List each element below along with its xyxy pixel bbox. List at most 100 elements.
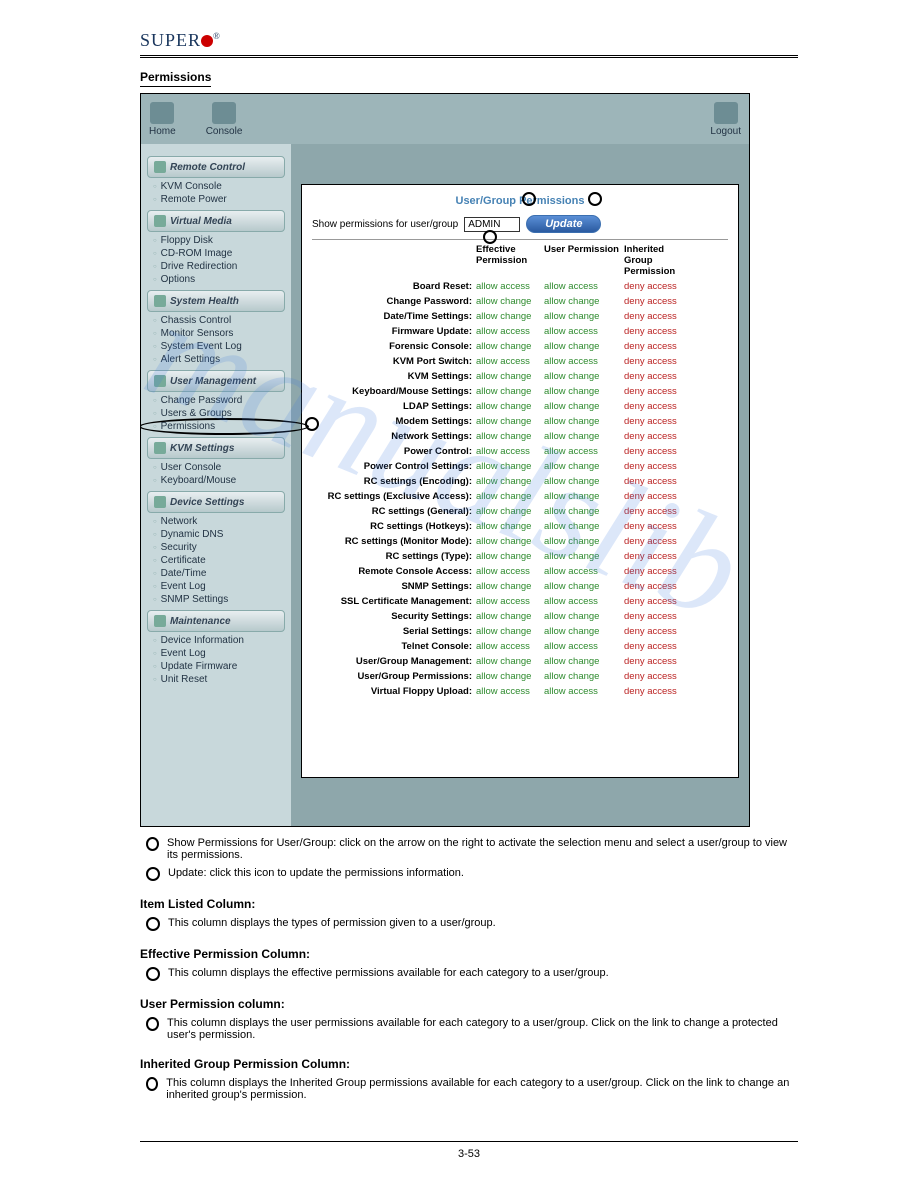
sidebar-item[interactable]: Monitor Sensors bbox=[141, 327, 291, 340]
perm-inherited[interactable]: deny access bbox=[624, 339, 684, 354]
perm-inherited[interactable]: deny access bbox=[624, 354, 684, 369]
perm-effective[interactable]: allow change bbox=[476, 294, 544, 309]
perm-inherited[interactable]: deny access bbox=[624, 459, 684, 474]
sidebar-item[interactable]: Device Information bbox=[141, 634, 291, 647]
sidebar-item[interactable]: Security bbox=[141, 541, 291, 554]
perm-effective[interactable]: allow change bbox=[476, 519, 544, 534]
perm-inherited[interactable]: deny access bbox=[624, 684, 684, 699]
perm-user[interactable]: allow access bbox=[544, 639, 624, 654]
perm-user[interactable]: allow change bbox=[544, 384, 624, 399]
perm-inherited[interactable]: deny access bbox=[624, 519, 684, 534]
perm-effective[interactable]: allow change bbox=[476, 654, 544, 669]
sidebar-item[interactable]: Event Log bbox=[141, 580, 291, 593]
perm-inherited[interactable]: deny access bbox=[624, 324, 684, 339]
sidebar-item[interactable]: Remote Power bbox=[141, 193, 291, 206]
sidebar-item[interactable]: Unit Reset bbox=[141, 673, 291, 686]
perm-inherited[interactable]: deny access bbox=[624, 414, 684, 429]
sidebar-item[interactable]: CD-ROM Image bbox=[141, 247, 291, 260]
perm-effective[interactable]: allow change bbox=[476, 534, 544, 549]
sidebar-item[interactable]: Update Firmware bbox=[141, 660, 291, 673]
perm-effective[interactable]: allow change bbox=[476, 579, 544, 594]
perm-user[interactable]: allow change bbox=[544, 369, 624, 384]
sidebar-item[interactable]: Keyboard/Mouse bbox=[141, 474, 291, 487]
user-group-input[interactable] bbox=[464, 217, 520, 232]
perm-user[interactable]: allow access bbox=[544, 684, 624, 699]
perm-effective[interactable]: allow access bbox=[476, 279, 544, 294]
perm-effective[interactable]: allow change bbox=[476, 399, 544, 414]
sidebar-item[interactable]: Dynamic DNS bbox=[141, 528, 291, 541]
perm-inherited[interactable]: deny access bbox=[624, 294, 684, 309]
sidebar-item[interactable]: Floppy Disk bbox=[141, 234, 291, 247]
perm-effective[interactable]: allow access bbox=[476, 324, 544, 339]
perm-user[interactable]: allow change bbox=[544, 579, 624, 594]
update-button[interactable]: Update bbox=[526, 215, 601, 233]
perm-inherited[interactable]: deny access bbox=[624, 489, 684, 504]
perm-user[interactable]: allow access bbox=[544, 354, 624, 369]
sidebar-item[interactable]: Date/Time bbox=[141, 567, 291, 580]
perm-effective[interactable]: allow change bbox=[476, 309, 544, 324]
sidebar-item[interactable]: Options bbox=[141, 273, 291, 286]
perm-inherited[interactable]: deny access bbox=[624, 579, 684, 594]
perm-inherited[interactable]: deny access bbox=[624, 594, 684, 609]
perm-user[interactable]: allow change bbox=[544, 519, 624, 534]
perm-effective[interactable]: allow access bbox=[476, 354, 544, 369]
perm-inherited[interactable]: deny access bbox=[624, 549, 684, 564]
perm-inherited[interactable]: deny access bbox=[624, 369, 684, 384]
perm-effective[interactable]: allow change bbox=[476, 489, 544, 504]
sidebar-item[interactable]: Drive Redirection bbox=[141, 260, 291, 273]
perm-effective[interactable]: allow access bbox=[476, 684, 544, 699]
perm-user[interactable]: allow change bbox=[544, 489, 624, 504]
sidebar-item[interactable]: System Event Log bbox=[141, 340, 291, 353]
sidebar-item[interactable]: Users & Groups bbox=[141, 407, 291, 420]
perm-effective[interactable]: allow access bbox=[476, 444, 544, 459]
perm-user[interactable]: allow change bbox=[544, 309, 624, 324]
perm-effective[interactable]: allow change bbox=[476, 414, 544, 429]
perm-effective[interactable]: allow change bbox=[476, 429, 544, 444]
sidebar-item[interactable]: Permissions bbox=[141, 420, 291, 433]
perm-user[interactable]: allow access bbox=[544, 279, 624, 294]
perm-effective[interactable]: allow change bbox=[476, 384, 544, 399]
logout-button[interactable]: Logout bbox=[710, 102, 741, 137]
perm-user[interactable]: allow change bbox=[544, 339, 624, 354]
perm-user[interactable]: allow access bbox=[544, 324, 624, 339]
sidebar-item[interactable]: Chassis Control bbox=[141, 314, 291, 327]
perm-user[interactable]: allow change bbox=[544, 654, 624, 669]
perm-user[interactable]: allow change bbox=[544, 294, 624, 309]
sidebar-item[interactable]: SNMP Settings bbox=[141, 593, 291, 606]
sidebar-item[interactable]: Certificate bbox=[141, 554, 291, 567]
perm-user[interactable]: allow change bbox=[544, 414, 624, 429]
sidebar-item[interactable]: User Console bbox=[141, 461, 291, 474]
perm-user[interactable]: allow change bbox=[544, 609, 624, 624]
perm-inherited[interactable]: deny access bbox=[624, 309, 684, 324]
perm-inherited[interactable]: deny access bbox=[624, 609, 684, 624]
perm-effective[interactable]: allow change bbox=[476, 609, 544, 624]
perm-user[interactable]: allow change bbox=[544, 399, 624, 414]
perm-inherited[interactable]: deny access bbox=[624, 624, 684, 639]
perm-inherited[interactable]: deny access bbox=[624, 384, 684, 399]
perm-user[interactable]: allow access bbox=[544, 444, 624, 459]
home-button[interactable]: Home bbox=[149, 102, 176, 137]
perm-inherited[interactable]: deny access bbox=[624, 639, 684, 654]
perm-effective[interactable]: allow change bbox=[476, 339, 544, 354]
sidebar-item[interactable]: Event Log bbox=[141, 647, 291, 660]
sidebar-item[interactable]: Network bbox=[141, 515, 291, 528]
perm-effective[interactable]: allow change bbox=[476, 549, 544, 564]
perm-user[interactable]: allow change bbox=[544, 504, 624, 519]
perm-user[interactable]: allow change bbox=[544, 474, 624, 489]
perm-effective[interactable]: allow change bbox=[476, 504, 544, 519]
perm-effective[interactable]: allow access bbox=[476, 564, 544, 579]
sidebar-item[interactable]: Change Password bbox=[141, 394, 291, 407]
perm-user[interactable]: allow change bbox=[544, 624, 624, 639]
perm-inherited[interactable]: deny access bbox=[624, 444, 684, 459]
perm-inherited[interactable]: deny access bbox=[624, 564, 684, 579]
perm-effective[interactable]: allow access bbox=[476, 639, 544, 654]
perm-user[interactable]: allow access bbox=[544, 594, 624, 609]
perm-user[interactable]: allow access bbox=[544, 564, 624, 579]
perm-user[interactable]: allow change bbox=[544, 429, 624, 444]
perm-inherited[interactable]: deny access bbox=[624, 669, 684, 684]
perm-user[interactable]: allow change bbox=[544, 549, 624, 564]
console-button[interactable]: Console bbox=[206, 102, 243, 137]
sidebar-item[interactable]: Alert Settings bbox=[141, 353, 291, 366]
perm-effective[interactable]: allow change bbox=[476, 669, 544, 684]
perm-inherited[interactable]: deny access bbox=[624, 654, 684, 669]
